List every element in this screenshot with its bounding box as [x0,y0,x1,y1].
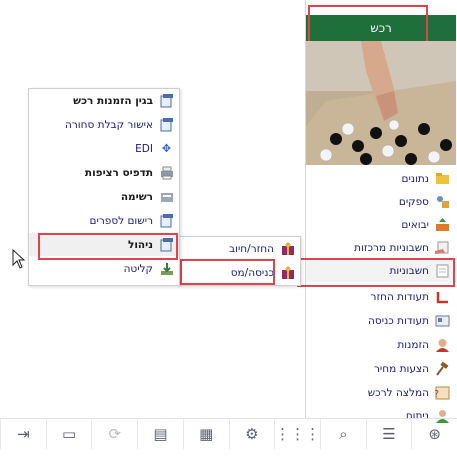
submenu-entry-tax: בגין הזמנות רכש אישור קבלת סחורה ✥ EDI ת… [28,88,180,286]
entry-docs-icon [435,313,450,328]
go-board-image [306,41,456,165]
menu-item-suppliers[interactable]: ספקים [306,190,456,213]
submenu-item-book-entry[interactable]: רישום לספרים [29,209,179,232]
submenu-item-continuity-print[interactable]: תדפיס רציפות [29,161,179,184]
printer-icon [159,165,174,180]
gavel-icon [435,361,450,376]
chip-button[interactable]: ▦ [182,419,229,449]
settings-button[interactable]: ⚙ [228,419,275,449]
menu-item-orders[interactable]: הזמנות [306,333,456,356]
bottom-toolbar: ⇥ ▭ ⟳ ▤ ▦ ⚙ ⋮⋮⋮ ⌕ ☰ ⊛ [0,418,457,449]
menu-item-consolidated-invoices[interactable]: חשבוניות מרכזות [306,236,456,259]
refresh-icon: ⟳ [108,425,122,443]
submenu-item-intake[interactable]: קליטה [29,257,179,280]
person-icon [435,337,450,352]
message-button[interactable]: ▤ [137,419,183,449]
menu-button[interactable]: ☰ [365,419,412,449]
svg-text:?: ? [435,389,439,400]
submenu-item-entry-tax[interactable]: כניסה/מס [179,261,300,284]
exit-button[interactable]: ⇥ [0,419,46,449]
apps-icon: ⋮⋮⋮ [275,425,321,443]
nav-button[interactable]: ⊛ [411,419,457,449]
exit-icon: ⇥ [17,425,30,443]
download-icon [159,261,174,276]
refresh-button[interactable]: ⟳ [91,419,137,449]
menu-icon: ☰ [382,425,396,443]
hand-invoice-icon [435,240,450,255]
panel-header: רכש [306,15,456,41]
folder-icon [435,171,450,186]
search-button[interactable]: ⌕ [319,419,366,449]
document-icon [159,93,174,108]
gift-icon [280,241,295,256]
menu-item-price-quotes[interactable]: הצעות מחיר [306,357,456,380]
menu-item-purchase-recommendation[interactable]: ? המלצה לרכש [306,381,456,404]
supplier-icon [435,194,450,209]
document-icon [159,237,174,252]
monitor-button[interactable]: ▭ [45,419,92,449]
chip-icon: ▦ [199,425,214,443]
return-icon [435,289,450,304]
gear-icon: ⚙ [245,425,259,443]
import-icon [435,217,450,232]
nav-icon: ⊛ [428,425,441,443]
document-icon [159,213,174,228]
monitor-icon: ▭ [61,425,77,443]
menu-item-return-docs[interactable]: תעודות החזר [306,285,456,308]
search-icon: ⌕ [339,425,348,443]
menu-item-data[interactable]: נתונים [306,167,456,190]
submenu-item-management[interactable]: ניהול [29,233,179,256]
mouse-cursor-icon [12,249,26,269]
invoice-icon [435,263,450,278]
document-icon [159,117,174,132]
menu-item-imports[interactable]: יבואים [306,213,456,236]
list-icon [159,189,174,204]
message-icon: ▤ [153,425,168,443]
edi-icon: ✥ [161,142,172,155]
submenu-item-list[interactable]: רשימה [29,185,179,208]
menu-item-entry-docs[interactable]: תעודות כניסה [306,309,456,332]
header-photo [306,41,456,165]
submenu-item-edi[interactable]: ✥ EDI [29,137,179,160]
submenu-item-goods-receipt[interactable]: אישור קבלת סחורה [29,113,179,136]
submenu-invoices: החזר/חיוב כניסה/מס [178,236,301,286]
submenu-item-purchase-orders[interactable]: בגין הזמנות רכש [29,89,179,112]
gift-icon [280,265,295,280]
apps-button[interactable]: ⋮⋮⋮ [274,419,320,449]
menu-item-invoices[interactable]: חשבוניות [306,259,456,282]
submenu-item-return-charge[interactable]: החזר/חיוב [179,237,300,260]
question-icon: ? [435,385,450,400]
